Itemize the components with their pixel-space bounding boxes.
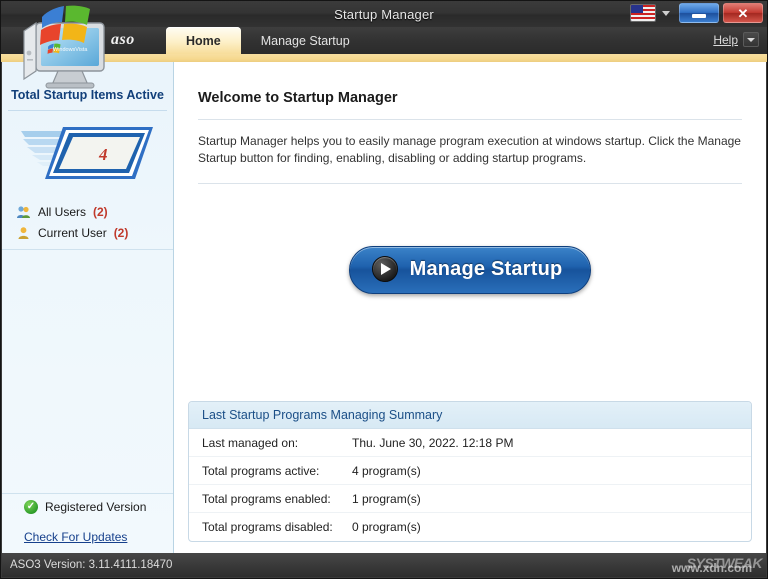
brand-logo: aso [111, 31, 135, 49]
tab-home[interactable]: Home [166, 27, 241, 54]
user-list: All Users (2) Current User (2) [2, 199, 173, 243]
current-user-icon [16, 226, 31, 240]
table-row: Total programs disabled: 0 program(s) [189, 513, 751, 541]
flag-canton [631, 5, 643, 13]
help-dropdown-button[interactable] [743, 32, 759, 47]
status-bar: ASO3 Version: 3.11.4111.18470 SYSTWEAK w… [2, 553, 766, 577]
sidebar-divider [8, 110, 167, 111]
page-description: Startup Manager helps you to easily mana… [198, 133, 742, 167]
body-area: Total Startup Items Active [2, 62, 766, 554]
summary-label: Total programs enabled: [189, 492, 352, 506]
all-users-label: All Users [38, 205, 86, 219]
sidebar-item-all-users[interactable]: All Users (2) [16, 201, 173, 222]
title-divider [198, 119, 742, 120]
sidebar: Total Startup Items Active [2, 62, 174, 554]
summary-heading: Last Startup Programs Managing Summary [189, 402, 751, 429]
summary-label: Total programs active: [189, 464, 352, 478]
application-window: Startup Manager ✕ aso Home Manage Startu… [0, 0, 768, 579]
version-text: ASO3 Version: 3.11.4111.18470 [2, 559, 172, 571]
summary-value: 4 program(s) [352, 464, 421, 478]
startup-items-counter: 4 [2, 113, 173, 199]
sidebar-item-current-user[interactable]: Current User (2) [16, 222, 173, 243]
check-updates-row[interactable]: Check For Updates [2, 520, 173, 554]
title-bar: Startup Manager ✕ [1, 1, 767, 27]
summary-value: Thu. June 30, 2022. 12:18 PM [352, 436, 513, 450]
watermark-url: www.xdn.com [672, 561, 752, 575]
summary-value: 0 program(s) [352, 520, 421, 534]
current-user-count: (2) [114, 226, 129, 240]
manage-startup-button-label: Manage Startup [410, 258, 563, 281]
sidebar-footer: ✓ Registered Version Check For Updates [2, 493, 173, 554]
registered-version-row: ✓ Registered Version [2, 494, 173, 520]
accent-band [1, 54, 767, 62]
help-link[interactable]: Help [713, 33, 738, 47]
manage-startup-button[interactable]: Manage Startup [349, 246, 592, 294]
summary-label: Total programs disabled: [189, 520, 352, 534]
tab-manage-startup[interactable]: Manage Startup [241, 27, 370, 54]
window-title: Startup Manager [334, 7, 434, 22]
summary-panel: Last Startup Programs Managing Summary L… [188, 401, 752, 542]
sidebar-divider-2 [2, 249, 173, 250]
counter-display-icon: 4 [13, 117, 163, 195]
close-icon: ✕ [738, 7, 749, 20]
chevron-down-icon [747, 38, 755, 42]
chevron-down-icon[interactable] [662, 11, 670, 16]
main-content: Welcome to Startup Manager Startup Manag… [174, 62, 766, 554]
help-area: Help [713, 32, 759, 47]
check-updates-link[interactable]: Check For Updates [24, 530, 127, 544]
green-check-icon: ✓ [24, 500, 38, 514]
minimize-button[interactable] [679, 3, 719, 23]
primary-action-area: Manage Startup [198, 246, 742, 294]
summary-label: Last managed on: [189, 436, 352, 450]
tab-bar: aso Home Manage Startup Help [1, 27, 767, 54]
table-row: Last managed on: Thu. June 30, 2022. 12:… [189, 429, 751, 457]
tab-list: Home Manage Startup [166, 27, 370, 54]
table-row: Total programs active: 4 program(s) [189, 457, 751, 485]
window-controls: ✕ [630, 3, 763, 23]
sidebar-title: Total Startup Items Active [2, 88, 173, 102]
us-flag-icon[interactable] [630, 4, 656, 22]
current-user-label: Current User [38, 226, 107, 240]
close-button[interactable]: ✕ [723, 3, 763, 23]
registered-version-label: Registered Version [45, 500, 146, 514]
play-icon [372, 256, 398, 282]
summary-value: 1 program(s) [352, 492, 421, 506]
table-row: Total programs enabled: 1 program(s) [189, 485, 751, 513]
all-users-count: (2) [93, 205, 108, 219]
description-divider [198, 183, 742, 184]
counter-value: 4 [98, 145, 108, 164]
all-users-icon [16, 205, 31, 219]
page-title: Welcome to Startup Manager [198, 90, 742, 106]
